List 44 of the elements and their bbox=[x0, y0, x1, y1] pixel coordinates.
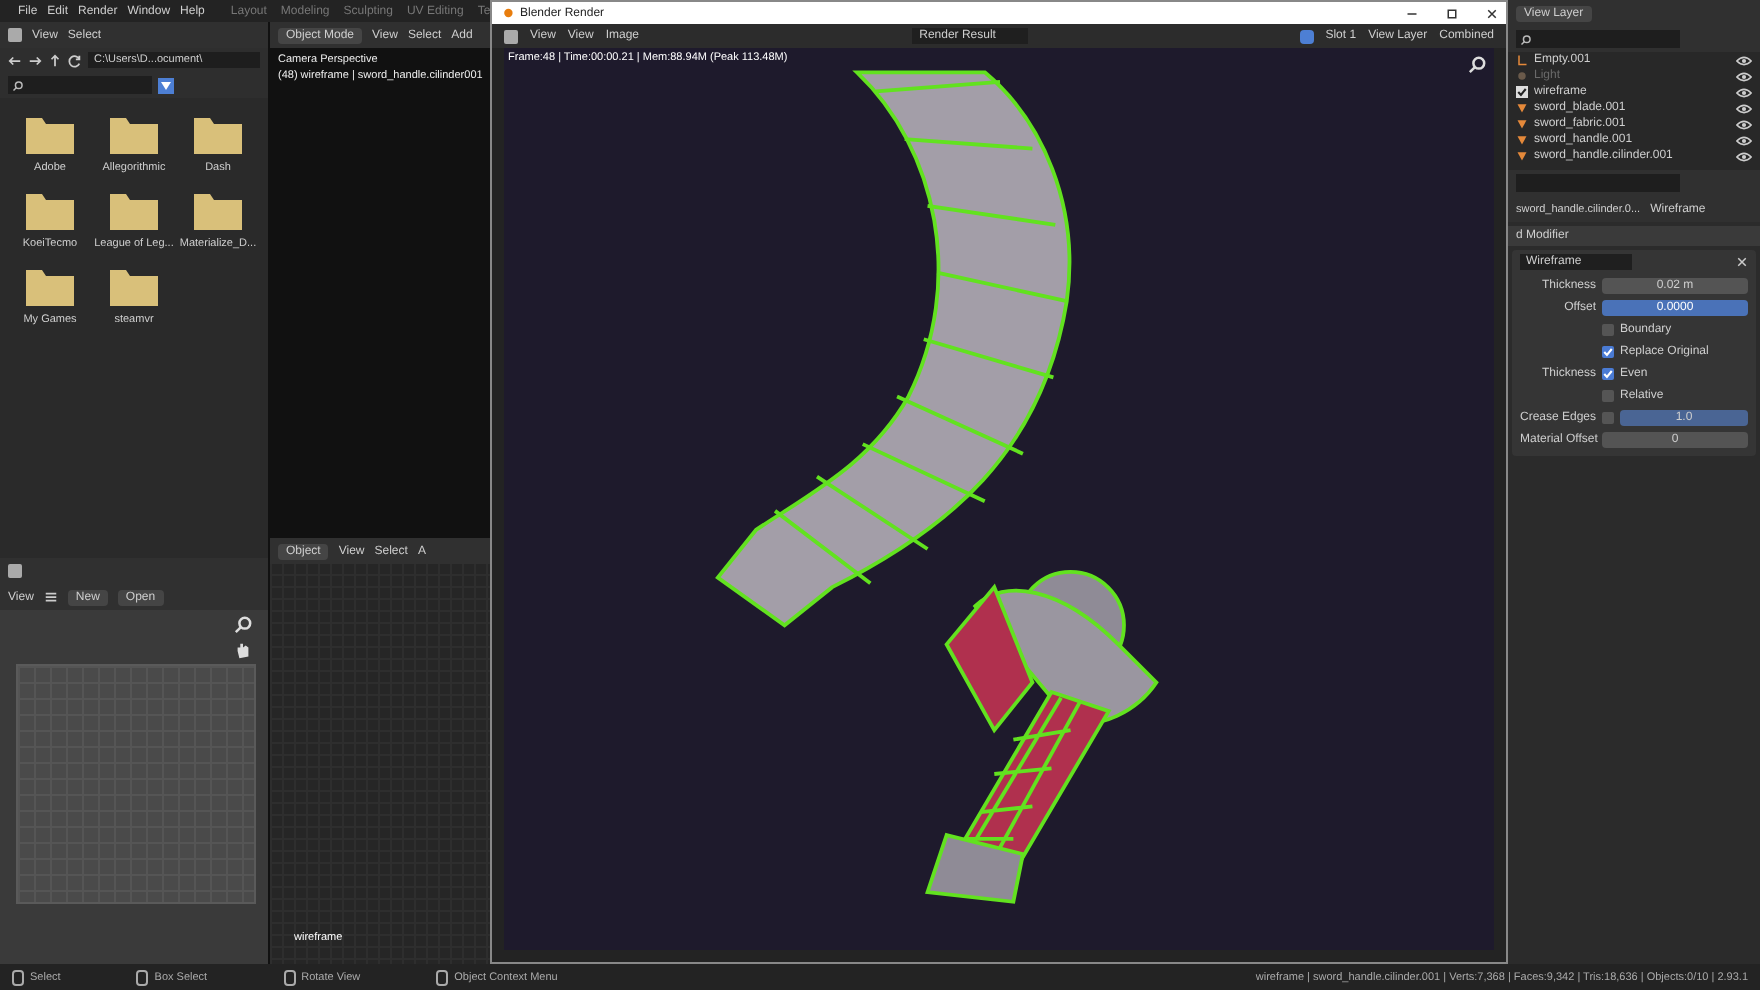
zoom-icon[interactable] bbox=[1468, 56, 1486, 74]
search-field[interactable] bbox=[1516, 30, 1680, 48]
folder-icon[interactable] bbox=[110, 118, 158, 154]
mouse-icon bbox=[436, 969, 449, 985]
minimize-icon[interactable] bbox=[1406, 7, 1418, 19]
close-icon[interactable] bbox=[1486, 7, 1498, 19]
zoom-icon[interactable] bbox=[234, 616, 252, 634]
up-arrow-icon[interactable] bbox=[48, 53, 62, 67]
mouse-icon bbox=[136, 969, 149, 985]
collection-checkbox[interactable] bbox=[1516, 86, 1528, 98]
folder-icon[interactable] bbox=[110, 194, 158, 230]
search-icon bbox=[1520, 33, 1532, 45]
visibility-eye-icon[interactable] bbox=[1736, 135, 1752, 145]
checkbox[interactable] bbox=[1602, 345, 1614, 357]
filter-icon[interactable] bbox=[158, 77, 174, 93]
folder-icon[interactable] bbox=[26, 118, 74, 154]
refresh-icon[interactable] bbox=[68, 53, 82, 67]
folder-icon[interactable] bbox=[194, 194, 242, 230]
checkbox[interactable] bbox=[1602, 389, 1614, 401]
folder-icon[interactable] bbox=[26, 194, 74, 230]
blender-logo-icon bbox=[500, 6, 514, 20]
mouse-icon bbox=[12, 969, 24, 985]
visibility-eye-icon[interactable] bbox=[1736, 151, 1752, 161]
back-arrow-icon[interactable] bbox=[8, 53, 22, 67]
visibility-eye-icon[interactable] bbox=[1736, 87, 1752, 97]
search-field[interactable] bbox=[8, 76, 152, 94]
hand-icon[interactable] bbox=[234, 642, 252, 660]
visibility-eye-icon[interactable] bbox=[1736, 119, 1752, 129]
search-icon bbox=[12, 79, 24, 91]
checkbox[interactable] bbox=[1602, 411, 1614, 423]
maximize-icon[interactable] bbox=[1446, 7, 1458, 19]
empty-axes-icon bbox=[1516, 54, 1528, 66]
visibility-eye-icon[interactable] bbox=[1736, 71, 1752, 81]
visibility-eye-icon[interactable] bbox=[1736, 55, 1752, 65]
checkbox[interactable] bbox=[1602, 367, 1614, 379]
folder-icon[interactable] bbox=[110, 270, 158, 306]
checkbox[interactable] bbox=[1602, 323, 1614, 335]
folder-icon[interactable] bbox=[26, 270, 74, 306]
visibility-eye-icon[interactable] bbox=[1736, 103, 1752, 113]
mouse-icon bbox=[283, 969, 296, 985]
folder-icon[interactable] bbox=[194, 118, 242, 154]
forward-arrow-icon[interactable] bbox=[28, 53, 42, 67]
light-bulb-icon bbox=[1516, 70, 1528, 82]
list-icon[interactable] bbox=[43, 590, 58, 604]
